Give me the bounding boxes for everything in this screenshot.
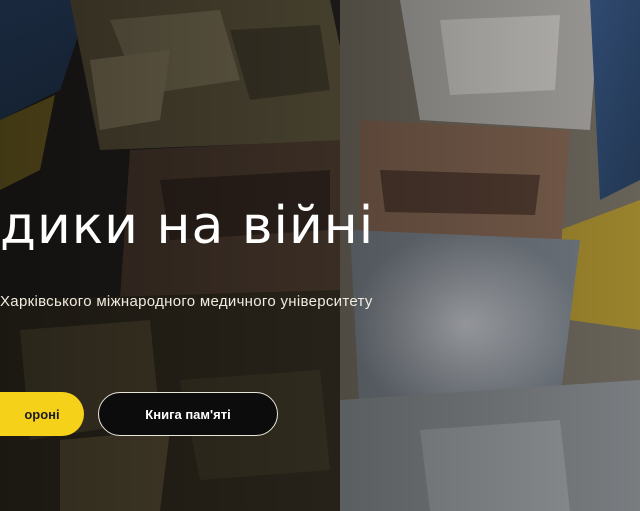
memory-book-button[interactable]: Книга пам'яті: [98, 392, 278, 436]
primary-cta-button[interactable]: ороні: [0, 392, 84, 436]
hero-section: дики на війні Харківського міжнародного …: [0, 0, 640, 511]
hero-title: дики на війні: [0, 196, 375, 256]
hero-subtitle: Харківського міжнародного медичного унів…: [0, 293, 373, 310]
